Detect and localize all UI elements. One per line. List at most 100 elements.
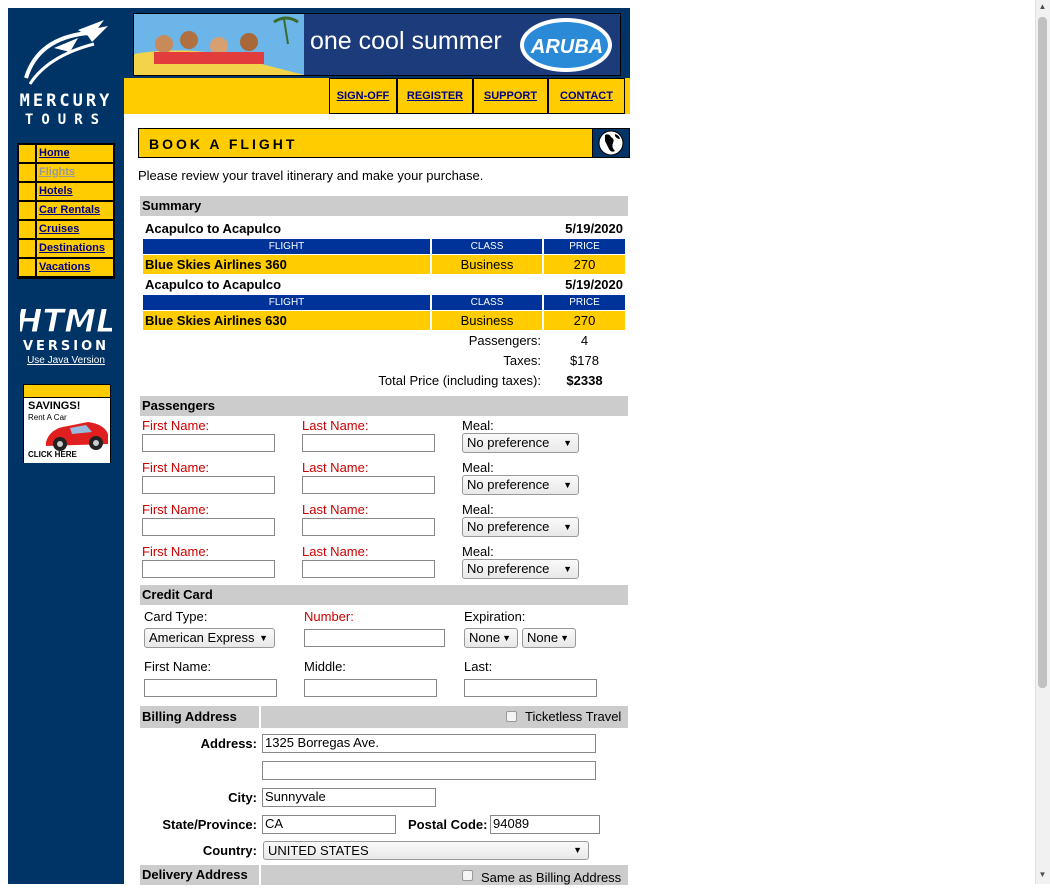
nav-link[interactable]: Destinations bbox=[39, 242, 105, 254]
nav-link[interactable]: Hotels bbox=[39, 185, 73, 197]
dropdown-arrow-icon: ▼ bbox=[563, 522, 572, 532]
toplink-cell: SIGN-OFF bbox=[330, 79, 396, 113]
nav-bullet-icon bbox=[19, 259, 35, 276]
nav-link[interactable]: Vacations bbox=[39, 261, 90, 273]
card-number-input[interactable] bbox=[304, 629, 445, 647]
meal-label: Meal: bbox=[462, 544, 494, 559]
scroll-down-arrow-icon[interactable]: ▼ bbox=[1035, 870, 1050, 882]
meal-select[interactable]: No preference ▼ bbox=[462, 517, 579, 537]
main-nav-menu: Home Flights Hotels Car Rentals Cruises Desti… bbox=[17, 143, 115, 279]
passengers-count-value: 4 bbox=[580, 333, 589, 348]
meal-label: Meal: bbox=[462, 502, 494, 517]
card-type-select[interactable]: American Express ▼ bbox=[144, 628, 275, 648]
billing-address-header: Billing Address bbox=[140, 706, 259, 728]
cc-first-name-input[interactable] bbox=[144, 679, 277, 697]
toplink-cell: REGISTER bbox=[398, 79, 472, 113]
ad-title: SAVINGS! bbox=[28, 400, 81, 412]
passenger-last-name-label: Last Name: bbox=[302, 460, 369, 475]
total-price-label: Total Price (including taxes): bbox=[378, 373, 541, 388]
country-select[interactable]: UNITED STATES ▼ bbox=[263, 841, 589, 860]
meal-select[interactable]: No preference ▼ bbox=[462, 433, 579, 453]
meal-value: No preference bbox=[467, 561, 550, 576]
nav-link[interactable]: Home bbox=[39, 147, 70, 159]
meal-select[interactable]: No preference ▼ bbox=[462, 475, 579, 495]
leg2-price: 270 bbox=[544, 311, 625, 330]
nav-item-cell: Destinations bbox=[37, 240, 113, 257]
address-line1-input[interactable]: 1325 Borregas Ave. bbox=[262, 734, 596, 753]
leg1-flight: Blue Skies Airlines 360 bbox=[143, 255, 430, 274]
leg1-col-price: PRICE bbox=[544, 239, 625, 254]
leg2-col-flight: FLIGHT bbox=[143, 295, 430, 310]
meal-value: No preference bbox=[467, 435, 550, 450]
cc-middle-name-input[interactable] bbox=[304, 679, 437, 697]
nav-item-home[interactable]: Home bbox=[17, 145, 115, 162]
leg2-col-price: PRICE bbox=[544, 295, 625, 310]
passenger-first-name-input[interactable] bbox=[142, 434, 275, 452]
html-version-badge: HTML VERSION bbox=[15, 298, 117, 355]
same-as-billing-label: Same as Billing Address bbox=[481, 870, 622, 885]
taxes-value: $178 bbox=[570, 353, 599, 368]
ticketless-travel-checkbox[interactable] bbox=[506, 711, 517, 722]
state-label: State/Province: bbox=[162, 817, 257, 832]
same-as-billing-bar: Same as Billing Address bbox=[261, 865, 628, 885]
exp-year-select[interactable]: None ▼ bbox=[522, 628, 576, 648]
leg1-route: Acapulco to Acapulco bbox=[145, 221, 282, 236]
passenger-first-name-label: First Name: bbox=[142, 544, 210, 559]
summary-header: Summary bbox=[140, 196, 628, 216]
cc-last-name-input[interactable] bbox=[464, 679, 597, 697]
java-version-link[interactable]: Use Java Version bbox=[27, 355, 105, 366]
exp-month-select[interactable]: None ▼ bbox=[464, 628, 518, 648]
cc-last-name-label: Last: bbox=[464, 659, 493, 674]
nav-link[interactable]: Cruises bbox=[39, 223, 79, 235]
passenger-last-name-input[interactable] bbox=[302, 476, 435, 494]
leg2-flight: Blue Skies Airlines 630 bbox=[143, 311, 430, 330]
nav-item-hotels[interactable]: Hotels bbox=[17, 183, 115, 200]
html-text: HTML bbox=[20, 302, 112, 340]
nav-item-flights[interactable]: Flights bbox=[17, 164, 115, 181]
country-value: UNITED STATES bbox=[268, 843, 369, 858]
passenger-last-name-input[interactable] bbox=[302, 518, 435, 536]
nav-item-cell: Vacations bbox=[37, 259, 113, 276]
scrollbar-thumb[interactable] bbox=[1038, 17, 1047, 688]
mercury-tours-logo[interactable]: MERCURY TOURS bbox=[8, 8, 124, 128]
nav-item-cruises[interactable]: Cruises bbox=[17, 221, 115, 238]
meal-select[interactable]: No preference ▼ bbox=[462, 559, 579, 579]
savings-ad-banner[interactable]: SAVINGS! Rent A Car CLICK HERE bbox=[23, 384, 111, 463]
car-icon bbox=[46, 422, 108, 451]
nav-link[interactable]: Flights bbox=[39, 166, 75, 178]
address-label: Address: bbox=[200, 736, 257, 751]
same-as-billing-checkbox[interactable] bbox=[462, 870, 473, 881]
leg1-date: 5/19/2020 bbox=[565, 221, 623, 236]
nav-link[interactable]: Car Rentals bbox=[39, 204, 100, 216]
passenger-last-name-input[interactable] bbox=[302, 434, 435, 452]
nav-item-destinations[interactable]: Destinations bbox=[17, 240, 115, 257]
scroll-up-arrow-icon[interactable]: ▲ bbox=[1035, 2, 1050, 14]
total-price-value: $2338 bbox=[566, 373, 603, 388]
city-input[interactable]: Sunnyvale bbox=[262, 788, 436, 807]
toplink-register[interactable]: REGISTER bbox=[407, 90, 463, 102]
address-line2-input[interactable] bbox=[262, 761, 596, 780]
dropdown-arrow-icon: ▼ bbox=[563, 438, 572, 448]
nav-item-cell: Home bbox=[37, 145, 113, 162]
toplink-sign-off[interactable]: SIGN-OFF bbox=[337, 90, 390, 102]
aruba-ad-banner[interactable]: one cool summer ARUBA bbox=[133, 13, 621, 76]
leg2-class: Business bbox=[432, 311, 542, 330]
toplink-cell: CONTACT bbox=[549, 79, 624, 113]
meal-label: Meal: bbox=[462, 460, 494, 475]
toplink-contact[interactable]: CONTACT bbox=[560, 90, 613, 102]
nav-item-car-rentals[interactable]: Car Rentals bbox=[17, 202, 115, 219]
leg2-route: Acapulco to Acapulco bbox=[145, 277, 282, 292]
passenger-first-name-input[interactable] bbox=[142, 476, 275, 494]
passengers-count-label: Passengers: bbox=[468, 333, 541, 348]
nav-item-vacations[interactable]: Vacations bbox=[17, 259, 115, 276]
passenger-first-name-input[interactable] bbox=[142, 518, 275, 536]
passenger-last-name-input[interactable] bbox=[302, 560, 435, 578]
state-input[interactable]: CA bbox=[262, 815, 396, 834]
exp-year-value: None bbox=[527, 630, 559, 645]
meal-value: No preference bbox=[467, 477, 550, 492]
postal-code-input[interactable]: 94089 bbox=[490, 815, 600, 834]
passenger-first-name-input[interactable] bbox=[142, 560, 275, 578]
logo-tours-text: TOURS bbox=[25, 112, 107, 126]
dropdown-arrow-icon: ▼ bbox=[502, 633, 511, 643]
toplink-support[interactable]: SUPPORT bbox=[484, 90, 537, 102]
